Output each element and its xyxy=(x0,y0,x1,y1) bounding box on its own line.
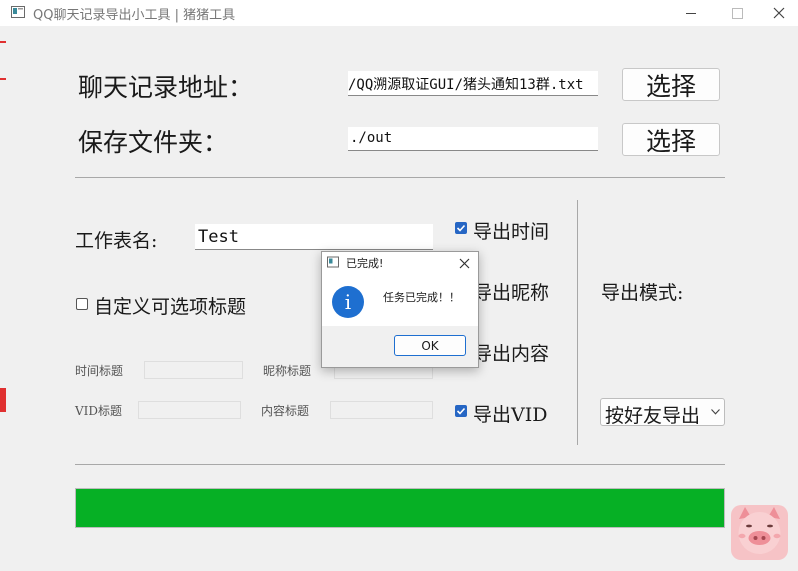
divider-vertical xyxy=(577,200,578,445)
divider-top xyxy=(75,177,725,178)
chat-path-input[interactable]: /QQ溯源取证GUI/猪头通知13群.txt xyxy=(348,71,598,96)
export-vid-label: 导出VID xyxy=(473,404,548,426)
export-mode-select[interactable]: 按好友导出 xyxy=(600,398,725,427)
ok-button[interactable]: OK xyxy=(394,335,466,356)
close-button[interactable] xyxy=(760,0,798,26)
edge-mark xyxy=(0,78,6,80)
app-icon xyxy=(327,256,339,268)
title-bar: QQ聊天记录导出小工具 | 猪猪工具 xyxy=(0,0,798,26)
close-icon xyxy=(459,258,469,268)
export-nick-label: 导出昵称 xyxy=(473,282,550,304)
export-time-checkbox[interactable] xyxy=(455,222,467,234)
export-mode-value: 按好友导出 xyxy=(605,405,701,427)
sheet-name-input[interactable]: Test xyxy=(195,224,433,250)
completion-dialog: 已完成! i 任务已完成！！ OK xyxy=(321,251,479,368)
edge-mark xyxy=(0,388,6,412)
custom-title-label: 自定义可选项标题 xyxy=(94,296,247,318)
sheet-name-label: 工作表名: xyxy=(75,230,158,252)
dialog-message: 任务已完成！！ xyxy=(383,291,460,304)
app-icon xyxy=(11,6,25,18)
time-title-input[interactable] xyxy=(144,361,243,379)
nick-title-label: 昵称标题 xyxy=(263,364,312,378)
check-icon xyxy=(456,407,466,415)
save-folder-label: 保存文件夹： xyxy=(78,128,229,157)
custom-title-checkbox[interactable] xyxy=(76,298,88,310)
edge-mark xyxy=(0,41,6,43)
export-content-label: 导出内容 xyxy=(473,343,550,365)
export-time-label: 导出时间 xyxy=(473,221,550,243)
minimize-icon xyxy=(686,12,696,14)
chevron-down-icon xyxy=(711,409,720,415)
choose-save-folder-button[interactable]: 选择 xyxy=(622,123,720,156)
save-folder-input[interactable]: ./out xyxy=(348,127,598,151)
choose-chat-file-button[interactable]: 选择 xyxy=(622,68,720,101)
export-mode-label: 导出模式: xyxy=(601,282,684,304)
dialog-title: 已完成! xyxy=(346,257,384,270)
export-vid-checkbox[interactable] xyxy=(455,405,467,417)
close-icon xyxy=(773,7,785,19)
check-icon xyxy=(456,224,466,232)
window-title: QQ聊天记录导出小工具 | 猪猪工具 xyxy=(33,8,236,23)
progress-bar xyxy=(75,488,725,528)
time-title-label: 时间标题 xyxy=(75,364,124,378)
vid-title-label: VID标题 xyxy=(75,404,123,418)
dialog-close-button[interactable] xyxy=(454,254,474,272)
divider-bottom xyxy=(75,464,725,465)
content-title-input[interactable] xyxy=(330,401,433,419)
content-title-label: 内容标题 xyxy=(261,404,310,418)
maximize-button[interactable] xyxy=(714,0,760,26)
minimize-button[interactable] xyxy=(668,0,714,26)
vid-title-input[interactable] xyxy=(138,401,241,419)
pig-icon xyxy=(731,505,788,560)
chat-path-label: 聊天记录地址： xyxy=(78,73,254,102)
progress-fill xyxy=(76,489,724,527)
dialog-footer: OK xyxy=(322,326,478,367)
info-icon: i xyxy=(332,286,364,318)
maximize-icon xyxy=(731,7,743,19)
